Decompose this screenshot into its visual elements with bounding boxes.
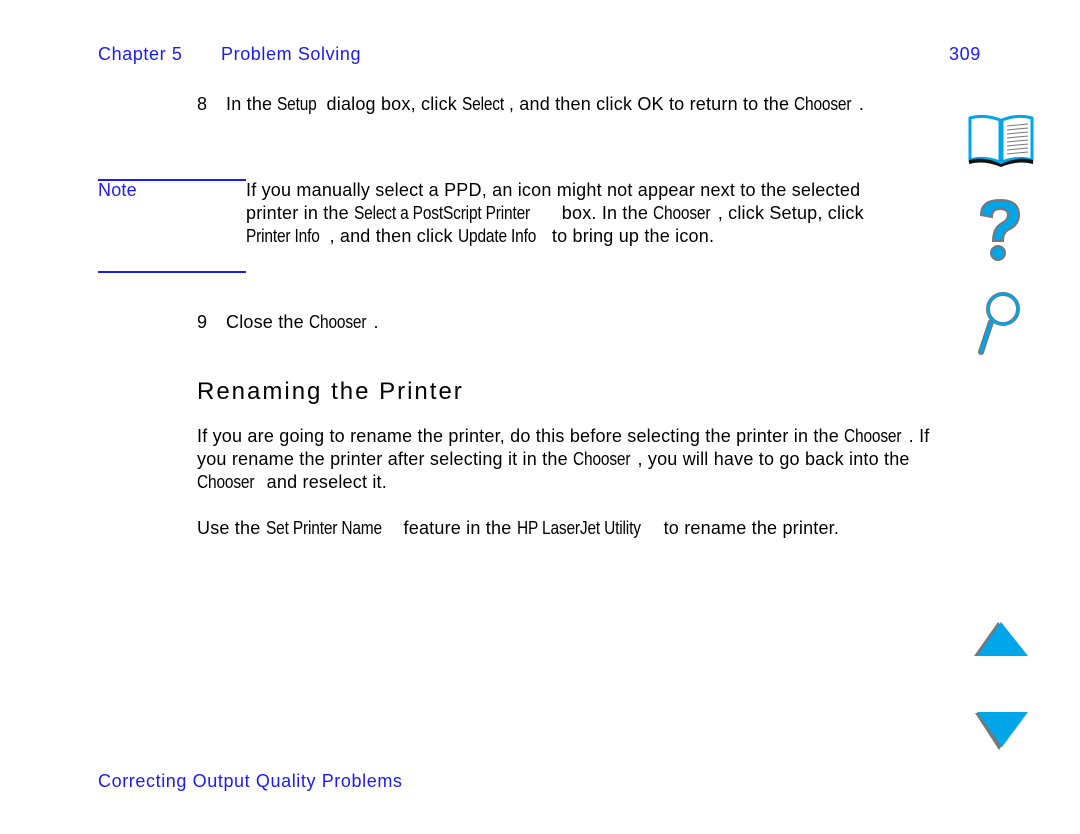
arrow-down-icon[interactable] (974, 711, 1030, 753)
text-segment: , and then click (329, 226, 458, 246)
section-link[interactable]: Problem Solving (221, 44, 361, 65)
ui-term: Chooser (794, 94, 852, 114)
ui-term: Update Info (457, 226, 537, 246)
step-8-text: In the Setup dialog box, click Select, a… (226, 93, 906, 116)
text-segment: Close the (226, 312, 310, 332)
footer-link[interactable]: Correcting Output Quality Problems (98, 771, 403, 792)
note-bottom-rule (98, 271, 246, 273)
ui-term: Printer Info (246, 226, 320, 246)
ui-term: HP LaserJet Utility (516, 518, 641, 538)
text-segment: . (373, 312, 379, 332)
paragraph-1: If you are going to rename the printer, … (197, 425, 932, 494)
page-number: 309 (949, 44, 981, 64)
paragraph-2: Use the Set Printer Name feature in the … (197, 517, 897, 540)
arrow-up-icon[interactable] (974, 620, 1030, 660)
book-icon[interactable] (966, 112, 1036, 168)
text-segment: , click Setup, click (717, 203, 864, 223)
ui-term: Chooser (309, 312, 367, 332)
ui-term: Chooser (573, 449, 631, 469)
ui-term: Chooser (197, 472, 255, 492)
ui-term: Select (462, 94, 505, 114)
ui-term: Set Printer Name (265, 518, 382, 538)
ui-term: Select a PostScript Printer (354, 203, 531, 223)
text-segment: to rename the printer. (658, 518, 840, 538)
text-segment: In the (226, 94, 278, 114)
step-number: 8 (197, 94, 208, 114)
chapter-link[interactable]: Chapter 5 (98, 44, 182, 65)
ui-term: Setup (277, 94, 318, 114)
text-segment: , you will have to go back into the (637, 449, 910, 469)
note-label: Note (98, 180, 137, 200)
section-heading: Renaming the Printer (197, 378, 464, 405)
note-text: If you manually select a PPD, an icon mi… (246, 179, 911, 248)
text-segment: dialog box, click (321, 94, 463, 114)
text-segment: . (858, 94, 865, 114)
text-segment: , and then click OK to return to the (508, 94, 795, 114)
ui-term: Chooser (653, 203, 711, 223)
text-segment: Use the (197, 518, 266, 538)
step-number: 9 (197, 312, 208, 332)
step-9-text: Close the Chooser. (226, 311, 379, 334)
text-segment: box. In the (556, 203, 654, 223)
magnifier-icon[interactable] (975, 290, 1025, 356)
text-segment: and reselect it. (261, 472, 387, 492)
text-segment: feature in the (398, 518, 517, 538)
question-mark-icon[interactable] (975, 197, 1025, 265)
text-segment: If you are going to rename the printer, … (197, 426, 845, 446)
ui-term: Chooser (844, 426, 902, 446)
text-segment: to bring up the icon. (546, 226, 715, 246)
